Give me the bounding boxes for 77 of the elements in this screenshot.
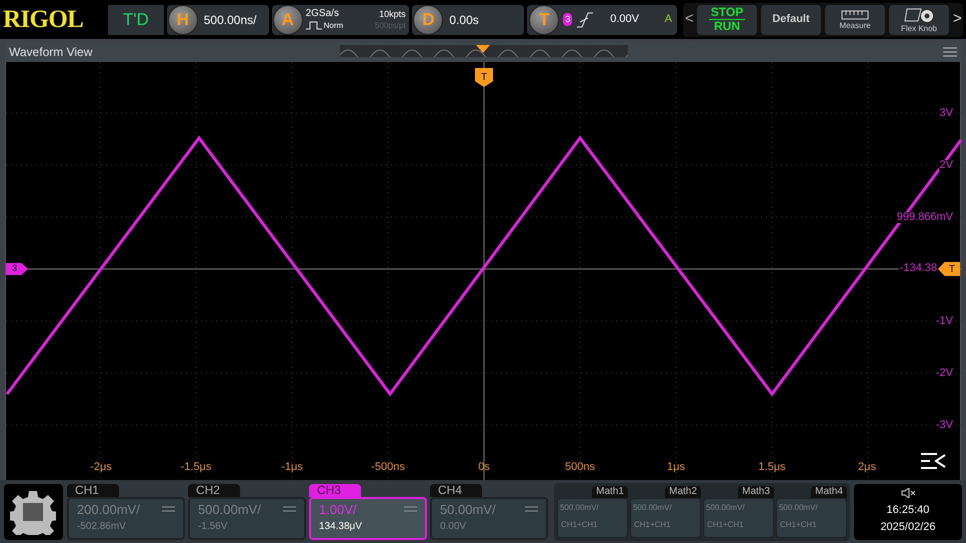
clock-time: 16:25:40 — [886, 503, 930, 518]
trigger-level-marker[interactable]: T — [938, 262, 960, 276]
trigger-position-icon — [476, 45, 490, 53]
trigger-level: 0.00V — [610, 12, 639, 28]
math-scale: 500.00mV/ — [704, 502, 746, 514]
channel-offset: 0.00V — [438, 520, 468, 534]
math-tab[interactable]: Math1 — [592, 486, 628, 498]
run-stop-button[interactable]: STOP RUN — [697, 4, 757, 34]
channel-scale: 1.00V/ — [318, 500, 357, 518]
memory-depth: 10kpts — [379, 8, 406, 20]
brand-logo: RIGOL — [3, 4, 84, 35]
speaker-muted-icon — [900, 488, 915, 498]
channel-tab[interactable]: CH3 — [308, 484, 361, 496]
math-scale: 500.00mV/ — [558, 502, 600, 514]
clock-date: 2025/02/26 — [880, 520, 936, 534]
math-source: CH1+CH1 — [560, 518, 599, 530]
math-scale: 500.00mV/ — [778, 502, 819, 514]
math-tab[interactable]: Math2 — [665, 486, 701, 498]
voltage-label: 3V — [938, 108, 954, 119]
channel-offset: -502.86mV — [76, 520, 127, 534]
default-button[interactable]: Default — [761, 4, 821, 34]
channel-marker[interactable]: 3 — [6, 263, 28, 275]
knob-button[interactable]: Flex Knob — [889, 4, 949, 34]
time-label: -2μs — [90, 462, 112, 473]
menu-icon[interactable] — [943, 47, 957, 57]
dc-coupling-icon — [404, 506, 417, 512]
math-tab[interactable]: Math3 — [738, 486, 774, 498]
sample-rate: 2GSa/s — [306, 8, 339, 20]
time-label: -1.5μs — [180, 462, 212, 473]
time-label: -1μs — [281, 462, 303, 473]
acquire-mode: Norm — [324, 20, 344, 32]
time-label: 1μs — [667, 462, 685, 473]
time-label: 500ns — [565, 462, 595, 473]
dc-coupling-icon — [282, 506, 296, 512]
voltage-label: -134.38 — [898, 263, 938, 274]
voltage-label: -3V — [934, 420, 954, 431]
voltage-label: -1V — [934, 316, 954, 327]
channel-offset: 134.38μV — [318, 520, 363, 534]
rising-edge-icon — [576, 12, 594, 28]
time-label: 1.5μs — [758, 462, 786, 473]
collapse-menu-icon[interactable] — [920, 452, 946, 470]
settings-icon — [10, 488, 56, 534]
pulse-icon — [306, 21, 322, 30]
channel-tab[interactable]: CH2 — [188, 484, 240, 496]
dc-coupling-icon — [162, 506, 175, 512]
voltage-label: 2V — [938, 160, 954, 171]
channel-scale: 500.00mV/ — [198, 500, 261, 518]
previous-button[interactable]: < — [685, 8, 693, 31]
voltage-label: 999.866mV — [896, 212, 954, 223]
sweep-mode: A — [664, 12, 672, 28]
channel-offset: -1.56V — [196, 520, 228, 534]
channel-tab[interactable]: CH4 — [430, 484, 482, 496]
channel-card[interactable]: 1.00V/ 134.38μV — [308, 496, 427, 540]
view-title: Waveform View — [9, 44, 92, 61]
time-label: 2μs — [858, 462, 876, 473]
mode-button[interactable]: T'D — [108, 4, 164, 34]
measure-button[interactable]: Measure — [825, 4, 885, 34]
dc-coupling-icon — [524, 506, 538, 512]
gear-button[interactable] — [4, 484, 63, 540]
channel-scale: 50.00mV/ — [440, 500, 496, 518]
knob-icon — [904, 6, 934, 22]
math-tab[interactable]: Math4 — [811, 486, 847, 498]
voltage-label: -2V — [934, 368, 954, 379]
time-label: -500ns — [371, 462, 405, 473]
channel-tab[interactable]: CH1 — [66, 484, 119, 496]
time-scale: 500.00ns/ — [204, 12, 256, 28]
math-source: CH1+CH1 — [778, 518, 818, 530]
channel-scale: 200.00mV/ — [76, 500, 140, 518]
math-source: CH1+CH1 — [632, 518, 672, 530]
next-button[interactable]: > — [953, 8, 961, 31]
trigger-position-marker[interactable]: T — [475, 68, 493, 87]
time-label: 0s — [478, 462, 490, 473]
trigger-source: 3 — [563, 12, 572, 26]
delay-value: 0.00s — [449, 12, 479, 28]
ruler-icon — [841, 10, 869, 20]
math-scale: 500.00mV/ — [632, 502, 673, 514]
math-source: CH1+CH1 — [706, 518, 745, 530]
